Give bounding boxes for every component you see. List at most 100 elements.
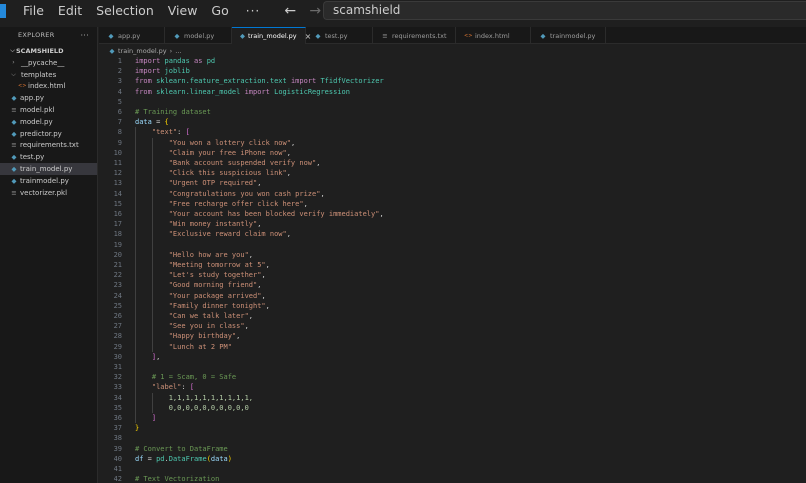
menu-view[interactable]: View (161, 0, 205, 22)
code-line[interactable]: 12 "Click this suspicious link", (99, 168, 806, 178)
vscode-logo-icon[interactable] (0, 4, 6, 18)
code-token: data (135, 118, 152, 127)
code-token: "Family dinner tonight" (168, 301, 266, 310)
tab-train-model-py[interactable]: ◆ train_model.py × (232, 27, 311, 44)
code-line[interactable]: 17 "Win money instantly", (99, 219, 806, 229)
code-token: = (151, 118, 165, 127)
title-bar: File Edit Selection View Go ··· ← → scam… (0, 0, 806, 22)
tab-requirements-txt[interactable]: ≡ requirements.txt (373, 27, 456, 44)
code-line[interactable]: 41 (99, 464, 806, 474)
code-line[interactable]: 33 "label": [ (99, 382, 806, 392)
tab-model-py[interactable]: ◆ model.py (165, 27, 232, 44)
line-number: 20 (113, 250, 122, 259)
tree-item-requirements-txt[interactable]: ≡ requirements.txt (0, 140, 97, 152)
code-line[interactable]: 35 0,0,0,0,0,0,0,0,0,0 (99, 403, 806, 413)
breadcrumb-symbol[interactable]: ... (175, 47, 181, 55)
menu-file[interactable]: File (16, 0, 51, 22)
code-line[interactable]: 10 "Claim your free iPhone now", (99, 148, 806, 158)
tab-app-py[interactable]: ◆ app.py (99, 27, 165, 44)
menu-edit[interactable]: Edit (51, 0, 89, 22)
code-token: ) (227, 454, 232, 463)
code-text: # Training dataset (135, 107, 211, 117)
tree-item-test-py[interactable]: ◆ test.py (0, 151, 97, 163)
code-line[interactable]: 15 "Free recharge offer click here", (99, 199, 806, 209)
code-line[interactable]: 3 from sklearn.feature_extraction.text im… (99, 76, 806, 86)
code-line[interactable]: 34 1,1,1,1,1,1,1,1,1,1, (99, 393, 806, 403)
code-line[interactable]: 23 "Good morning friend", (99, 280, 806, 290)
file-tree: › __pycache__ ⌵ templates <> index.html ◆ app.p… (0, 57, 97, 199)
code-line[interactable]: 19 (99, 240, 806, 250)
back-arrow-icon[interactable]: ← (279, 3, 301, 19)
code-line[interactable]: 28 "Happy birthday", (99, 331, 806, 341)
tree-item-predictor-py[interactable]: ◆ predictor.py (0, 128, 97, 140)
code-line[interactable]: 39 # Convert to DataFrame (99, 444, 806, 454)
line-number: 6 (117, 108, 122, 116)
tree-item-trainmodel-py[interactable]: ◆ trainmodel.py (0, 175, 97, 187)
code-line[interactable]: 14 "Congratulations you won cash prize", (99, 189, 806, 199)
code-line[interactable]: 40 df = pd.DataFrame(data) (99, 454, 806, 464)
line-number: 36 (113, 414, 122, 422)
code-line[interactable]: 16 "Your account has been blocked verify… (99, 209, 806, 219)
code-line[interactable]: 7 data = { (99, 117, 806, 127)
code-line[interactable]: 9 "You won a lottery click now", (99, 138, 806, 148)
python-file-icon: ◆ (11, 94, 17, 103)
tree-item-model-pkl[interactable]: ≡ model.pkl (0, 104, 97, 116)
code-line[interactable]: 5 (99, 97, 806, 107)
tree-item-model-py[interactable]: ◆ model.py (0, 116, 97, 128)
code-editor[interactable]: 1 import pandas as pd 2 import joblib 3 from … (99, 56, 806, 483)
code-token: data (210, 454, 228, 463)
code-line[interactable]: 11 "Bank account suspended verify now", (99, 158, 806, 168)
code-line[interactable]: 36 ] (99, 413, 806, 423)
code-line[interactable]: 26 "Can we talk later", (99, 311, 806, 321)
code-token: : (181, 383, 190, 392)
tree-item-label: app.py (20, 94, 44, 103)
tab-index-html[interactable]: <> index.html (456, 27, 531, 44)
code-line[interactable]: 32 # 1 = Scam, 0 = Safe (99, 372, 806, 382)
code-text: } (135, 423, 139, 433)
line-number: 10 (113, 148, 122, 157)
code-line[interactable]: 2 import joblib (99, 66, 806, 76)
code-line[interactable]: 38 (99, 433, 806, 443)
code-line[interactable]: 21 "Meeting tomorrow at 5", (99, 260, 806, 270)
code-line[interactable]: 25 "Family dinner tonight", (99, 301, 806, 311)
code-line[interactable]: 4 from sklearn.linear_model import Logist… (99, 87, 806, 97)
menu-selection[interactable]: Selection (89, 0, 161, 22)
code-line[interactable]: 18 "Exclusive reward claim now", (99, 229, 806, 239)
code-line[interactable]: 1 import pandas as pd (99, 56, 806, 66)
menu-go[interactable]: Go (204, 0, 235, 22)
code-line[interactable]: 8 "text": [ (99, 127, 806, 137)
code-line[interactable]: 29 "Lunch at 2 PM" (99, 342, 806, 352)
command-center-search[interactable]: scamshield (323, 1, 806, 20)
code-line[interactable]: 42 # Text Vectorization (99, 474, 806, 483)
tree-item-index-html[interactable]: <> index.html (0, 81, 97, 93)
chevron-down-icon: ⌵ (10, 47, 15, 54)
code-token: , (286, 230, 291, 239)
tab-test-py[interactable]: ◆ test.py (306, 27, 373, 44)
code-token: "Click this suspicious link" (168, 169, 287, 178)
code-line[interactable]: 24 "Your package arrived", (99, 291, 806, 301)
tree-item-vectorizer-pkl[interactable]: ≡ vectorizer.pkl (0, 187, 97, 199)
tree-item-train-model-py[interactable]: ◆ train_model.py (0, 163, 97, 175)
code-line[interactable]: 31 (99, 362, 806, 372)
workspace-root-folder[interactable]: ⌵ SCAMSHIELD (0, 45, 97, 57)
code-text: "Good morning friend", (135, 280, 262, 290)
code-token: ] (151, 414, 157, 422)
code-line[interactable]: 6 # Training dataset (99, 107, 806, 117)
tree-item-app-py[interactable]: ◆ app.py (0, 92, 97, 104)
tab-trainmodel-py[interactable]: ◆ trainmodel.py (531, 27, 606, 44)
tree-item-pycache[interactable]: › __pycache__ (0, 57, 97, 69)
breadcrumb-file[interactable]: train_model.py (118, 47, 167, 55)
code-line[interactable]: 27 "See you in class", (99, 321, 806, 331)
tree-item-label: vectorizer.pkl (20, 188, 68, 197)
code-token: , (257, 281, 262, 290)
code-line[interactable]: 37} (99, 423, 806, 433)
code-line[interactable]: 30 ], (99, 352, 806, 362)
code-line[interactable]: 22 "Let's study together", (99, 270, 806, 280)
explorer-more-icon[interactable]: ··· (80, 31, 89, 40)
code-line[interactable]: 20 "Hello how are you", (99, 250, 806, 260)
tree-item-templates[interactable]: ⌵ templates (0, 69, 97, 81)
code-text: "label": [ (135, 382, 194, 392)
line-number: 39 (113, 444, 122, 453)
menu-more-icon[interactable]: ··· (236, 4, 270, 18)
code-line[interactable]: 13 "Urgent OTP required", (99, 178, 806, 188)
